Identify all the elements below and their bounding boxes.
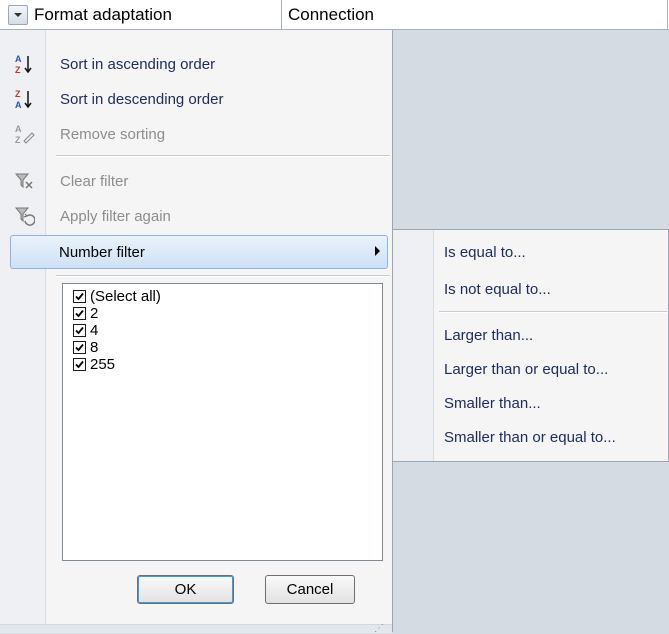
- submenu-item-is-not-equal-to[interactable]: Is not equal to...: [444, 274, 551, 304]
- menu-item-remove-sorting[interactable]: A Z Remove sorting: [0, 118, 390, 150]
- submenu-item-larger-than-or-equal-to[interactable]: Larger than or equal to...: [444, 354, 608, 384]
- menu-separator: [56, 155, 390, 157]
- filter-dropdown-button[interactable]: [8, 5, 28, 25]
- submenu-item-label: Is not equal to...: [444, 280, 551, 298]
- svg-text:A: A: [15, 54, 22, 64]
- checkmark-icon: [75, 360, 84, 369]
- submenu-arrow-icon: [375, 246, 380, 256]
- reapply-filter-icon: [13, 205, 35, 227]
- menu-item-label: Sort in descending order: [60, 90, 224, 108]
- filter-menu: A Z Sort in ascending order Z A Sort in …: [0, 30, 393, 634]
- menu-separator: [439, 311, 667, 313]
- column-header-row: Format adaptation Connection: [0, 0, 669, 30]
- menu-separator: [56, 275, 390, 277]
- submenu-item-smaller-than-or-equal-to[interactable]: Smaller than or equal to...: [444, 422, 616, 452]
- list-item[interactable]: 255: [73, 356, 115, 373]
- submenu-item-label: Larger than or equal to...: [444, 360, 609, 378]
- checkbox[interactable]: [73, 324, 86, 337]
- menu-item-label: Apply filter again: [60, 207, 171, 225]
- checkmark-icon: [75, 309, 84, 318]
- list-item-select-all[interactable]: (Select all): [73, 288, 161, 305]
- checkmark-icon: [75, 343, 84, 352]
- menu-item-apply-filter-again[interactable]: Apply filter again: [0, 200, 390, 232]
- column-header-connection[interactable]: Connection: [282, 0, 668, 30]
- column-header-label: Connection: [288, 5, 375, 24]
- checkbox[interactable]: [73, 290, 86, 303]
- list-item-label: (Select all): [90, 288, 161, 305]
- list-item-label: 8: [90, 339, 99, 356]
- submenu-item-label: Is equal to...: [444, 243, 526, 261]
- menu-item-clear-filter[interactable]: Clear filter: [0, 165, 390, 197]
- menu-item-number-filter[interactable]: Number filter: [10, 235, 388, 269]
- menu-item-sort-ascending[interactable]: A Z Sort in ascending order: [0, 48, 390, 80]
- list-item[interactable]: 4: [73, 322, 98, 339]
- svg-text:A: A: [15, 124, 22, 134]
- column-header-label: Format adaptation: [34, 5, 172, 24]
- svg-text:Z: Z: [15, 65, 21, 75]
- menu-item-label: Clear filter: [60, 172, 129, 190]
- checkbox[interactable]: [73, 341, 86, 354]
- svg-text:A: A: [15, 100, 22, 110]
- submenu-item-label: Smaller than or equal to...: [444, 428, 616, 446]
- menu-item-sort-descending[interactable]: Z A Sort in descending order: [0, 83, 390, 115]
- submenu-item-larger-than[interactable]: Larger than...: [444, 320, 533, 350]
- svg-text:Z: Z: [15, 135, 21, 145]
- checkmark-icon: [75, 292, 84, 301]
- chevron-down-icon: [14, 13, 22, 17]
- menu-icon-gutter: [393, 230, 434, 461]
- list-item-label: 4: [90, 322, 99, 339]
- list-item[interactable]: 8: [73, 339, 98, 356]
- column-header-format-adaptation[interactable]: Format adaptation: [0, 0, 282, 30]
- checkbox[interactable]: [73, 307, 86, 320]
- submenu-item-label: Larger than...: [444, 326, 534, 344]
- submenu-item-label: Smaller than...: [444, 394, 541, 412]
- remove-sorting-icon: A Z: [13, 123, 35, 145]
- menu-item-label: Remove sorting: [60, 125, 166, 143]
- svg-text:Z: Z: [15, 89, 21, 99]
- checkmark-icon: [75, 326, 84, 335]
- submenu-item-smaller-than[interactable]: Smaller than...: [444, 388, 541, 418]
- submenu-item-is-equal-to[interactable]: Is equal to...: [444, 237, 526, 267]
- list-item[interactable]: 2: [73, 305, 98, 322]
- list-item-label: 2: [90, 305, 99, 322]
- list-item-label: 255: [90, 356, 116, 373]
- clear-filter-icon: [13, 170, 35, 192]
- menu-item-label: Sort in ascending order: [60, 55, 216, 73]
- number-filter-submenu: Is equal to... Is not equal to... Larger…: [392, 229, 669, 462]
- filter-value-list[interactable]: (Select all) 2 4 8 255: [62, 283, 383, 561]
- sort-ascending-icon: A Z: [13, 53, 35, 75]
- checkbox[interactable]: [73, 358, 86, 371]
- ok-button[interactable]: OK: [137, 575, 234, 604]
- sort-descending-icon: Z A: [13, 88, 35, 110]
- cancel-button[interactable]: Cancel: [265, 575, 355, 604]
- menu-item-label: Number filter: [59, 243, 145, 261]
